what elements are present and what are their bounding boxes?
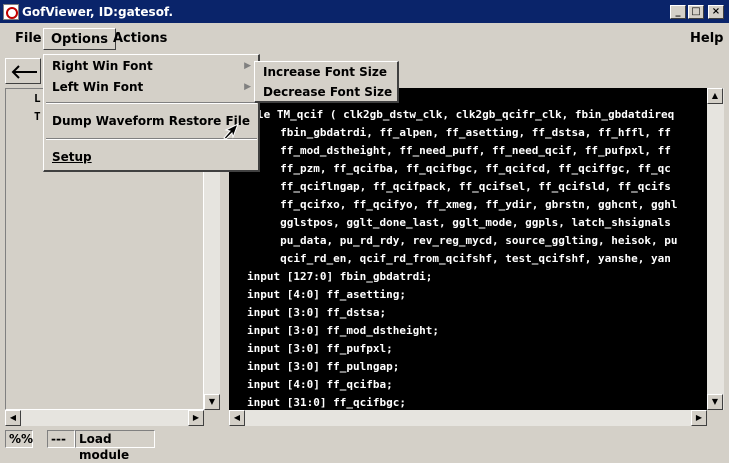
right-vertical-scrollbar[interactable]: ▲ ▼ bbox=[707, 88, 724, 410]
title-bar: GofViewer, ID:gatesof. _ □ × bbox=[0, 0, 729, 23]
menu-file-label: File bbox=[15, 31, 42, 46]
status-message: Load module bbox=[75, 430, 155, 462]
menu-item-setup[interactable]: Setup bbox=[46, 147, 257, 167]
menu-item-left-win-font[interactable]: Left Win Font ▶ bbox=[46, 77, 257, 97]
list-item[interactable]: T bbox=[34, 110, 41, 123]
menu-item-increase-font-size[interactable]: Increase Font Size bbox=[257, 63, 396, 82]
code-line: input [3:0] ff_mod_dstheight; bbox=[247, 324, 440, 337]
list-item[interactable]: L bbox=[34, 92, 41, 105]
menu-separator bbox=[46, 102, 257, 104]
menu-item-right-win-font[interactable]: Right Win Font ▶ bbox=[46, 56, 257, 76]
maximize-button[interactable]: □ bbox=[688, 4, 704, 19]
submenu-arrow-icon: ▶ bbox=[244, 61, 251, 71]
menu-bar: File Options Actions Help bbox=[0, 27, 729, 52]
scroll-down-arrow-icon[interactable]: ▼ bbox=[204, 394, 220, 410]
code-line: le TM_qcif ( clk2gb_dstw_clk, clk2gb_qci… bbox=[257, 108, 675, 121]
menu-item-label: Dump Waveform Restore File bbox=[52, 114, 251, 128]
status-bar: %% --- Load module bbox=[0, 428, 729, 462]
code-line: ff_qcifxo, ff_qcifyo, ff_xmeg, ff_ydir, … bbox=[247, 198, 678, 211]
code-line: gglstpos, gglt_done_last, gglt_mode, ggp… bbox=[247, 216, 671, 229]
code-line: input [3:0] ff_pulngap; bbox=[247, 360, 400, 373]
code-line: input [3:0] ff_dstsa; bbox=[247, 306, 387, 319]
back-button[interactable] bbox=[5, 58, 41, 84]
scroll-left-arrow-icon[interactable]: ◀ bbox=[229, 410, 245, 426]
scroll-left-arrow-icon[interactable]: ◀ bbox=[5, 410, 21, 426]
mouse-cursor-icon bbox=[223, 122, 239, 140]
source-code-view[interactable]: le TM_qcif ( clk2gb_dstw_clk, clk2gb_qci… bbox=[229, 88, 707, 410]
menu-item-label: Right Win Font bbox=[52, 59, 153, 73]
menu-actions[interactable]: Actions bbox=[106, 28, 174, 50]
menu-item-label: Setup bbox=[52, 150, 92, 164]
menu-help[interactable]: Help bbox=[683, 28, 729, 50]
scroll-right-arrow-icon[interactable]: ▶ bbox=[188, 410, 204, 426]
status-dashes: --- bbox=[47, 430, 75, 448]
code-line: pu_data, pu_rd_rdy, rev_reg_mycd, source… bbox=[247, 234, 678, 247]
code-line: ff_qciflngap, ff_qcifpack, ff_qcifsel, f… bbox=[247, 180, 671, 193]
code-line: qcif_rd_en, qcif_rd_from_qcifshf, test_q… bbox=[247, 252, 671, 265]
status-percent: %% bbox=[5, 430, 33, 448]
scroll-up-arrow-icon[interactable]: ▲ bbox=[707, 88, 723, 104]
code-line: ff_mod_dstheight, ff_need_puff, ff_need_… bbox=[247, 144, 671, 157]
scroll-right-arrow-icon[interactable]: ▶ bbox=[691, 410, 707, 426]
code-line: fbin_gbdatrdi, ff_alpen, ff_asetting, ff… bbox=[247, 126, 671, 139]
menu-item-decrease-font-size[interactable]: Decrease Font Size bbox=[257, 83, 396, 102]
left-arrow-icon bbox=[11, 65, 37, 79]
left-horizontal-scrollbar[interactable]: ◀ ▶ bbox=[5, 410, 204, 426]
right-horizontal-scrollbar[interactable]: ◀ ▶ bbox=[229, 410, 707, 426]
menu-options[interactable]: Options bbox=[43, 28, 116, 50]
code-line: input [127:0] fbin_gbdatrdi; bbox=[247, 270, 433, 283]
app-icon bbox=[3, 3, 19, 20]
font-submenu: Increase Font Size Decrease Font Size bbox=[254, 61, 399, 103]
code-line: input [31:0] ff_qcifbgc; bbox=[247, 396, 406, 409]
window-title: GofViewer, ID:gatesof. bbox=[22, 4, 174, 19]
menu-actions-label: Actions bbox=[113, 31, 168, 46]
scroll-down-arrow-icon[interactable]: ▼ bbox=[707, 394, 723, 410]
options-dropdown-menu: Right Win Font ▶ Left Win Font ▶ Dump Wa… bbox=[43, 54, 260, 172]
submenu-arrow-icon: ▶ bbox=[244, 82, 251, 92]
menu-help-label: Help bbox=[690, 31, 724, 46]
code-line: input [4:0] ff_qcifba; bbox=[247, 378, 393, 391]
menu-options-label: Options bbox=[51, 32, 108, 47]
close-button[interactable]: × bbox=[708, 4, 724, 19]
minimize-button[interactable]: _ bbox=[670, 4, 686, 19]
code-line: input [3:0] ff_pufpxl; bbox=[247, 342, 393, 355]
code-line: ff_pzm, ff_qcifba, ff_qcifbgc, ff_qcifcd… bbox=[247, 162, 671, 175]
code-line: input [4:0] ff_asetting; bbox=[247, 288, 406, 301]
menu-item-label: Left Win Font bbox=[52, 80, 144, 94]
